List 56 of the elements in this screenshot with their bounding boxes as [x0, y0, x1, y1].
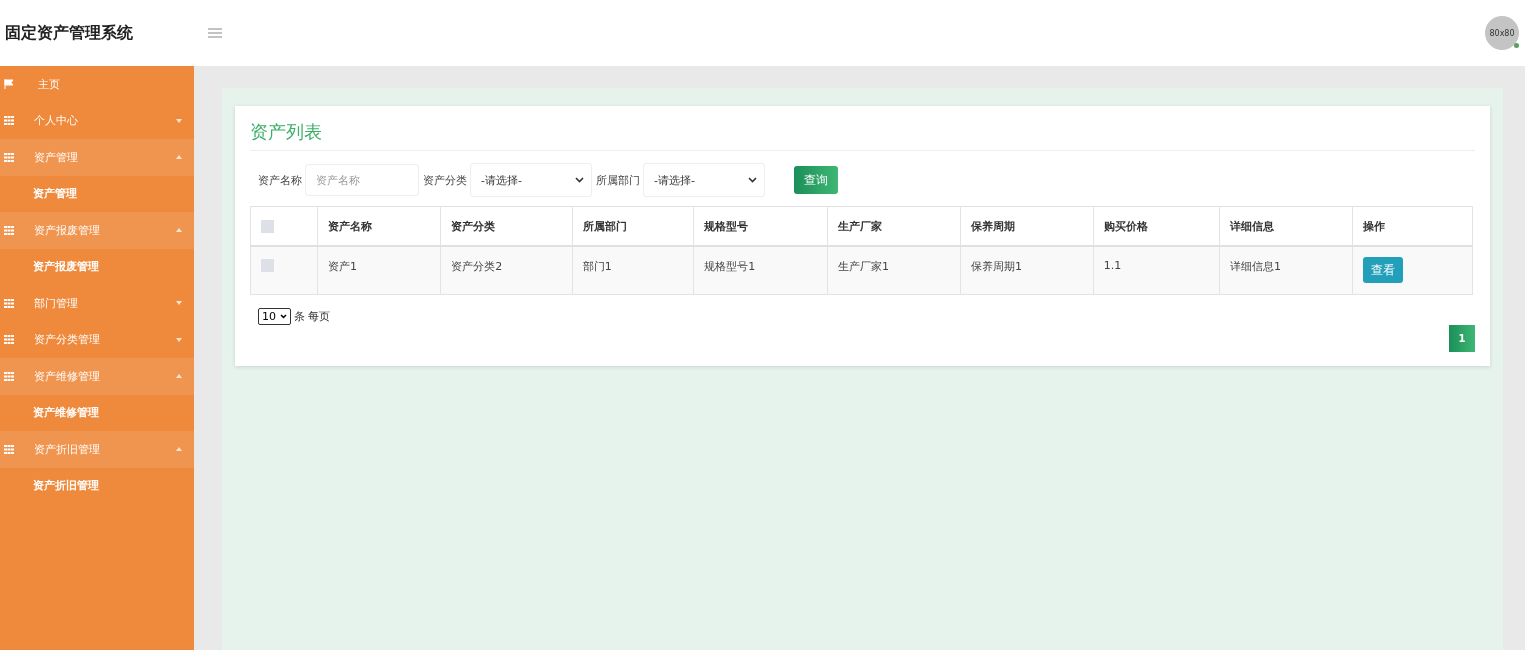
sidebar-item[interactable]: 资产分类管理 [0, 321, 194, 358]
sidebar-subitem[interactable]: 资产报废管理 [0, 248, 194, 285]
sidebar-item[interactable]: 资产报废管理 [0, 212, 194, 249]
sidebar-subitem[interactable]: 资产折旧管理 [0, 467, 194, 504]
card-title: 资产列表 [250, 120, 1475, 151]
sidebar-item[interactable]: 资产折旧管理 [0, 431, 194, 468]
app-title: 固定资产管理系统 [4, 22, 134, 44]
select-dropdown[interactable]: -请选择- [643, 163, 765, 197]
page-size-select[interactable]: 10 [258, 307, 291, 325]
name-input-field[interactable]: 资产名称 [305, 164, 419, 196]
select-dropdown[interactable]: -请选择- [470, 163, 592, 197]
table-cell: 生产厂家1 [827, 246, 961, 294]
grid-icon [4, 152, 14, 162]
grid-icon [4, 444, 14, 454]
filter-label: 资产分类 [423, 172, 467, 188]
sidebar-item[interactable]: 资产维修管理 [0, 358, 194, 395]
avatar-placeholder-text: 80x80 [1489, 28, 1515, 38]
grid-icon [4, 225, 14, 235]
checkbox[interactable] [261, 259, 274, 272]
chevron-down-icon [280, 313, 287, 319]
caret-down-icon [176, 337, 182, 342]
table-cell: 资产分类2 [440, 246, 573, 294]
sidebar-item[interactable]: 部门管理 [0, 285, 194, 322]
filter-label: 所属部门 [596, 172, 640, 188]
page-button[interactable]: 1 [1449, 324, 1475, 352]
table-cell: 保养周期1 [960, 246, 1094, 294]
sidebar-item[interactable]: 个人中心 [0, 102, 194, 139]
grid-icon [4, 116, 14, 126]
table-cell: 规格型号1 [693, 246, 828, 294]
caret-up-icon [176, 374, 182, 379]
menu-icon[interactable] [208, 28, 222, 38]
filter-label: 资产名称 [258, 172, 302, 188]
chevron-down-icon [575, 177, 584, 183]
caret-up-icon [176, 155, 182, 160]
sidebar-item[interactable]: 主页 [0, 66, 194, 103]
view-button[interactable]: 查看 [1362, 257, 1403, 283]
sidebar-subitem[interactable]: 资产管理 [0, 175, 194, 212]
page-size-label: 条 每页 [294, 308, 331, 324]
sidebar-subitem[interactable]: 资产维修管理 [0, 394, 194, 431]
search-button[interactable]: 查询 [794, 166, 838, 194]
avatar[interactable]: 80x80 [1485, 16, 1519, 50]
table-cell: 资产1 [317, 246, 441, 294]
caret-down-icon [176, 301, 182, 306]
caret-down-icon [176, 118, 182, 123]
grid-icon [4, 298, 14, 308]
grid-icon [4, 371, 14, 381]
caret-up-icon [176, 228, 182, 233]
checkbox[interactable] [261, 219, 274, 233]
table-cell: 部门1 [572, 246, 694, 294]
table-cell: 1.1 [1093, 246, 1220, 294]
flag-icon [4, 79, 14, 90]
caret-up-icon [176, 447, 182, 452]
grid-icon [4, 335, 14, 345]
table-cell: 详细信息1 [1219, 246, 1353, 294]
chevron-down-icon [748, 177, 757, 183]
sidebar-item[interactable]: 资产管理 [0, 139, 194, 176]
